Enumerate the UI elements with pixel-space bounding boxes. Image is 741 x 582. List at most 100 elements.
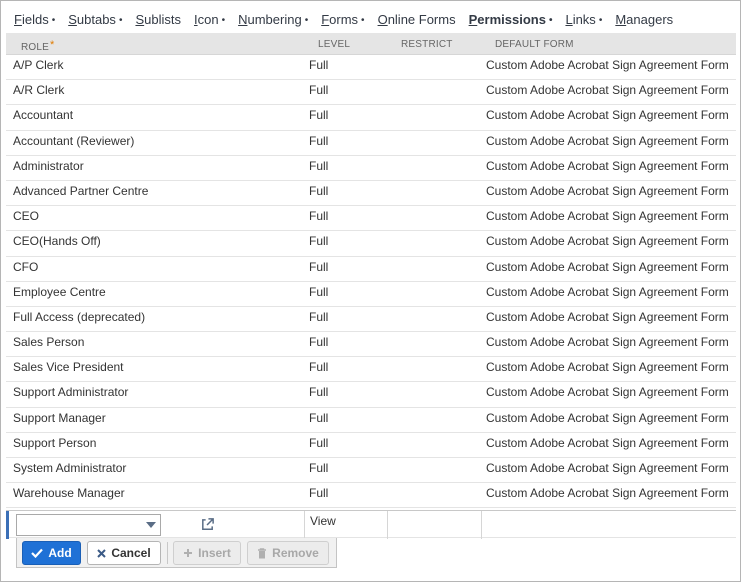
- tab-fields[interactable]: Fields •: [14, 12, 55, 27]
- cell-level: Full: [309, 209, 329, 224]
- cell-default-form: Custom Adobe Acrobat Sign Agreement Form: [486, 309, 729, 324]
- cell-level: Full: [309, 284, 329, 299]
- cell-role: Support Administrator: [13, 385, 129, 400]
- cell-default-form: Custom Adobe Acrobat Sign Agreement Form: [486, 486, 729, 501]
- trash-icon: [257, 547, 267, 559]
- x-icon: [97, 548, 107, 558]
- cell-role: Advanced Partner Centre: [13, 183, 149, 198]
- cell-default-form: Custom Adobe Acrobat Sign Agreement Form: [486, 335, 729, 350]
- table-row[interactable]: System Administrator Full Custom Adobe Acr…: [6, 458, 736, 484]
- cell-role: CEO: [13, 209, 40, 224]
- tab-label-mnemonic: O: [377, 12, 388, 27]
- cell-level: Full: [309, 234, 329, 249]
- cell-level: Full: [309, 360, 329, 375]
- cell-level: Full: [309, 58, 329, 72]
- table-row[interactable]: Support Person Full Custom Adobe Acrobat S…: [6, 432, 736, 458]
- tab-sublists[interactable]: Sublists: [135, 12, 181, 27]
- table-row[interactable]: Employee Centre Full Custom Adobe Acrobat …: [6, 281, 736, 307]
- add-button-label: Add: [48, 546, 72, 560]
- tab-label: ubtabs: [76, 12, 116, 27]
- cell-level: Full: [309, 158, 329, 173]
- table-row[interactable]: Support Manager Full Custom Adobe Acrobat …: [6, 407, 736, 433]
- header-level[interactable]: Level: [318, 39, 350, 50]
- tab-links[interactable]: Links •: [565, 12, 602, 27]
- table-row[interactable]: Accountant (Reviewer) Full Custom Adobe Ac…: [6, 130, 736, 156]
- table-row[interactable]: A/P Clerk Full Custom Adobe Acrobat Sign A…: [6, 55, 736, 81]
- insert-button-label: Insert: [198, 546, 231, 560]
- table-row[interactable]: CEO Full Custom Adobe Acrobat Sign Agreeme…: [6, 206, 736, 232]
- tab-dropdown-dot-icon: •: [548, 15, 553, 26]
- tab-label: anagers: [626, 12, 674, 27]
- table-row[interactable]: CFO Full Custom Adobe Acrobat Sign Agreeme…: [6, 256, 736, 282]
- header-role[interactable]: Role*: [21, 39, 55, 53]
- table-row[interactable]: Full Access (deprecated) Full Custom Adobe…: [6, 306, 736, 333]
- table-row[interactable]: Sales Person Full Custom Adobe Acrobat Sig…: [6, 332, 736, 358]
- cell-default-form: Custom Adobe Acrobat Sign Agreement Form: [486, 108, 729, 123]
- cell-default-form: Custom Adobe Acrobat Sign Agreement Form: [486, 158, 729, 173]
- chevron-down-icon[interactable]: [146, 522, 156, 528]
- cancel-button-label: Cancel: [111, 546, 151, 560]
- checkmark-icon: [31, 548, 44, 558]
- tab-permissions[interactable]: Permissions •: [469, 12, 553, 27]
- table-row[interactable]: Administrator Full Custom Adobe Acrobat Si…: [6, 155, 736, 181]
- tab-label: nline Forms: [387, 12, 456, 27]
- cancel-button[interactable]: Cancel: [87, 541, 161, 565]
- tab-label-mnemonic: F: [14, 12, 22, 27]
- cell-role: Sales Person: [13, 335, 85, 350]
- tab-label-mnemonic: L: [565, 12, 573, 27]
- cell-level: Full: [309, 259, 329, 274]
- remove-button-label: Remove: [272, 546, 319, 560]
- table-row[interactable]: Support Administrator Full Custom Adobe Ac…: [6, 382, 736, 408]
- external-link-icon[interactable]: [200, 517, 215, 532]
- tab-forms[interactable]: Forms •: [321, 12, 364, 27]
- table-row[interactable]: Sales Vice President Full Custom Adobe Acr…: [6, 357, 736, 383]
- table-row[interactable]: CEO(Hands Off) Full Custom Adobe Acrobat S…: [6, 231, 736, 257]
- tab-subtabs[interactable]: Subtabs •: [68, 12, 122, 27]
- role-select[interactable]: [16, 514, 161, 536]
- cell-level: Full: [309, 335, 329, 350]
- table-row[interactable]: Warehouse Manager Full Custom Adobe Acroba…: [6, 483, 736, 509]
- plus-icon: [183, 548, 193, 558]
- level-value[interactable]: View: [310, 514, 336, 528]
- tab-dropdown-dot-icon: •: [51, 15, 56, 26]
- cell-level: Full: [309, 133, 329, 148]
- cell-role: A/P Clerk: [13, 58, 64, 72]
- permissions-panel: Fields • Subtabs • Sublists Icon • Numbering • Fo…: [6, 6, 736, 576]
- tab-label: ublists: [144, 12, 181, 27]
- cell-default-form: Custom Adobe Acrobat Sign Agreement Form: [486, 234, 729, 249]
- cell-default-form: Custom Adobe Acrobat Sign Agreement Form: [486, 284, 729, 299]
- tab-numbering[interactable]: Numbering •: [238, 12, 308, 27]
- cell-role: Warehouse Manager: [13, 486, 125, 501]
- tab-label-mnemonic: P: [468, 12, 478, 27]
- cell-default-form: Custom Adobe Acrobat Sign Agreement Form: [486, 83, 729, 98]
- header-restrict[interactable]: Restrict: [401, 39, 453, 50]
- insert-button[interactable]: Insert: [173, 541, 241, 565]
- cell-level: Full: [309, 309, 329, 324]
- table-row[interactable]: A/R Clerk Full Custom Adobe Acrobat Sign A…: [6, 80, 736, 106]
- cell-default-form: Custom Adobe Acrobat Sign Agreement Form: [486, 461, 729, 475]
- tab-dropdown-dot-icon: •: [118, 15, 123, 26]
- permissions-table-body: A/P Clerk Full Custom Adobe Acrobat Sign A…: [6, 55, 736, 509]
- tab-managers[interactable]: Managers: [615, 12, 673, 27]
- edit-row[interactable]: View: [6, 510, 736, 539]
- table-row[interactable]: Accountant Full Custom Adobe Acrobat Sign …: [6, 105, 736, 131]
- tab-icon[interactable]: Icon •: [194, 12, 225, 27]
- cell-default-form: Custom Adobe Acrobat Sign Agreement Form: [486, 183, 729, 198]
- cell-level: Full: [309, 183, 329, 198]
- remove-button[interactable]: Remove: [247, 541, 329, 565]
- tab-online-forms[interactable]: Online Forms: [378, 12, 456, 27]
- cell-level: Full: [309, 461, 329, 475]
- cell-divider: [387, 511, 388, 539]
- cell-level: Full: [309, 83, 329, 98]
- window-frame: Fields • Subtabs • Sublists Icon • Numbering • Fo…: [0, 0, 741, 582]
- add-button[interactable]: Add: [22, 541, 81, 565]
- cell-level: Full: [309, 385, 329, 400]
- cell-default-form: Custom Adobe Acrobat Sign Agreement Form: [486, 58, 729, 72]
- cell-role: Support Person: [13, 435, 97, 450]
- cell-level: Full: [309, 410, 329, 425]
- table-header: Role* Level Restrict Default Form: [6, 33, 736, 55]
- subtab-bar: Fields • Subtabs • Sublists Icon • Numbering • Fo…: [6, 6, 736, 33]
- header-default-form[interactable]: Default Form: [495, 39, 574, 50]
- table-row[interactable]: Advanced Partner Centre Full Custom Adobe …: [6, 180, 736, 207]
- cell-role: CFO: [13, 259, 39, 274]
